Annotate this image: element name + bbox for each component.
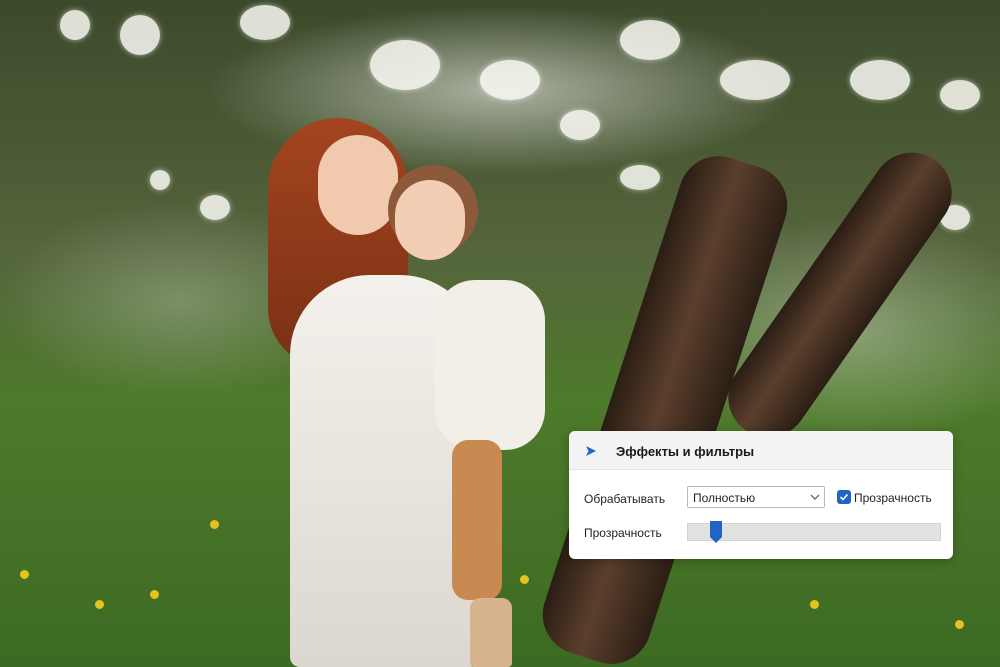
dandelion	[150, 590, 159, 599]
child-face	[395, 180, 465, 260]
blossom	[370, 40, 440, 90]
blossom	[200, 195, 230, 220]
woman-face	[318, 135, 398, 235]
transparency-label: Прозрачность	[584, 526, 662, 540]
child-legs	[452, 440, 502, 600]
checkmark-icon	[839, 493, 849, 501]
blossom	[150, 170, 170, 190]
dandelion	[95, 600, 104, 609]
child-shoe	[470, 598, 512, 667]
dandelion	[210, 520, 219, 529]
chevron-down-icon	[810, 494, 820, 500]
transparency-checkbox-label[interactable]: Прозрачность	[854, 491, 932, 505]
dandelion	[520, 575, 529, 584]
transparency-checkbox[interactable]	[837, 490, 851, 504]
dandelion	[20, 570, 29, 579]
transparency-slider[interactable]	[687, 523, 941, 541]
process-select-value: Полностью	[693, 491, 756, 505]
blossom	[480, 60, 540, 100]
dandelion	[955, 620, 964, 629]
blossom	[620, 165, 660, 190]
slider-thumb[interactable]	[709, 520, 723, 544]
process-label: Обрабатывать	[584, 492, 666, 506]
blossom	[850, 60, 910, 100]
blossom	[240, 5, 290, 40]
blossom	[560, 110, 600, 140]
background-photo	[0, 0, 1000, 667]
panel-header: Эффекты и фильтры	[569, 431, 953, 470]
panel-title: Эффекты и фильтры	[616, 444, 755, 459]
blossom	[720, 60, 790, 100]
arrow-right-icon[interactable]	[585, 445, 597, 457]
child-top	[435, 280, 545, 450]
blossom	[940, 80, 980, 110]
blossom	[60, 10, 90, 40]
effects-panel: Эффекты и фильтры Обрабатывать Полностью…	[569, 431, 953, 559]
process-select[interactable]: Полностью	[687, 486, 825, 508]
blossom	[620, 20, 680, 60]
dandelion	[810, 600, 819, 609]
blossom	[120, 15, 160, 55]
